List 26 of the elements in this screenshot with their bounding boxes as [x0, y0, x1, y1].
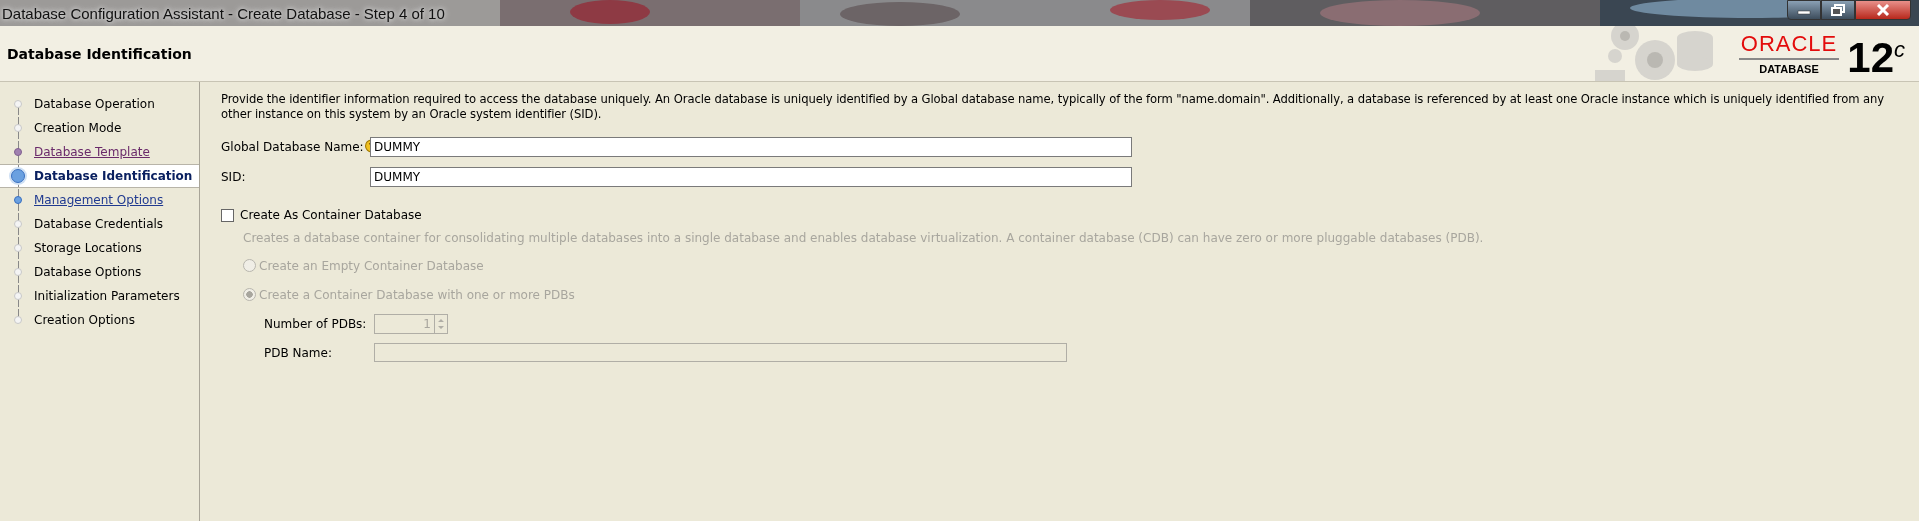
step-item[interactable]: Database Credentials: [0, 212, 199, 236]
brand-name: ORACLE: [1738, 32, 1840, 60]
step-item[interactable]: Database Options: [0, 260, 199, 284]
step-item[interactable]: Database Identification: [0, 164, 199, 188]
text-field[interactable]: DUMMY: [370, 137, 1132, 157]
checkbox-label: Create As Container Database: [240, 208, 422, 222]
field-label: PDB Name:: [264, 345, 333, 360]
step-item[interactable]: Creation Options: [0, 308, 199, 332]
container-description: Creates a database container for consolidating multiple databases into a single database and enables database virtualization. A container database (CDB) can have zero or more pluggable databases (PDB).: [243, 231, 1485, 245]
product-name: DATABASE: [1759, 63, 1819, 75]
field-label: SID:: [221, 170, 246, 184]
step-item[interactable]: Database Operation: [0, 92, 199, 116]
description-text: Provide the identifier information required to access the database uniquely. An Oracle database is uniquely identified by a Global database name, typically of the form "name.domain". Additionally, a database is referenced by at least one Oracle instance which is uniquely identified from any other instance on this system by an Oracle system identifier (SID).: [221, 92, 1885, 122]
page-title: Database Identification: [6, 45, 192, 62]
step-item[interactable]: Initialization Parameters: [0, 284, 199, 308]
field-label: Number of PDBs:: [264, 316, 368, 331]
step-item[interactable]: Creation Mode: [0, 116, 199, 140]
text-field[interactable]: DUMMY: [370, 167, 1132, 187]
radio-label: Create a Container Database with one or more PDBs: [259, 287, 575, 302]
version-label: 12$^{c}$: [1847, 32, 1905, 80]
step-item[interactable]: Management Options: [0, 188, 199, 212]
radio-label: Create an Empty Container Database: [259, 258, 484, 273]
field-label: Global Database Name:: [221, 140, 364, 154]
window-title: Database Configuration Assistant - Create Database - Step 4 of 10: [1, 4, 445, 22]
step-item[interactable]: Database Template: [0, 140, 199, 164]
step-item[interactable]: Storage Locations: [0, 236, 199, 260]
